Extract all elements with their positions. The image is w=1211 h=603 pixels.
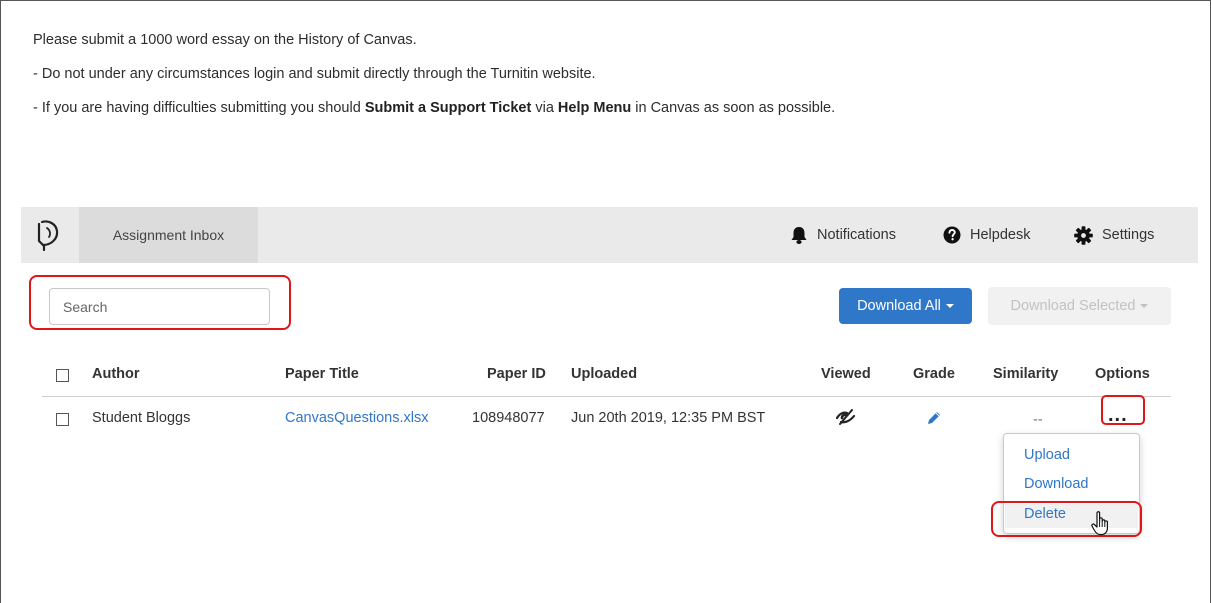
instruction-line-3: - If you are having difficulties submitt… [33, 100, 835, 117]
delete-highlight-annotation [991, 501, 1142, 537]
settings-label: Settings [1102, 227, 1155, 243]
column-header-similarity[interactable]: Similarity [993, 366, 1058, 382]
instruction-text: - If you are having difficulties submitt… [33, 100, 365, 116]
column-header-author[interactable]: Author [92, 366, 140, 382]
column-header-paper-title[interactable]: Paper Title [285, 366, 359, 382]
assignment-instructions: Please submit a 1000 word essay on the H… [33, 32, 835, 134]
column-header-viewed[interactable]: Viewed [821, 366, 871, 382]
similarity-cell: -- [1033, 412, 1043, 428]
uploaded-cell: Jun 20th 2019, 12:35 PM BST [571, 410, 766, 426]
download-selected-button: Download Selected [988, 287, 1171, 325]
download-all-label: Download All [857, 298, 941, 314]
row-select-checkbox[interactable] [56, 413, 69, 426]
header-divider [42, 396, 1171, 397]
helpdesk-button[interactable]: Helpdesk [943, 207, 1030, 263]
column-header-uploaded[interactable]: Uploaded [571, 366, 637, 382]
menu-item-download[interactable]: Download [1024, 476, 1089, 492]
column-header-paper-id[interactable]: Paper ID [487, 366, 546, 382]
author-cell: Student Bloggs [92, 410, 191, 426]
hand-pointer-cursor-icon [1090, 510, 1112, 541]
paper-id-cell: 108948077 [472, 410, 545, 426]
notifications-button[interactable]: Notifications [790, 207, 896, 263]
menu-item-upload[interactable]: Upload [1024, 447, 1070, 463]
tab-assignment-inbox[interactable]: Assignment Inbox [79, 207, 258, 263]
notifications-label: Notifications [817, 227, 896, 243]
bell-icon [791, 226, 807, 244]
instruction-emphasis-help-menu: Help Menu [557, 100, 632, 116]
gear-icon [1074, 225, 1093, 245]
download-all-button[interactable]: Download All [839, 288, 972, 324]
caret-down-icon [945, 304, 954, 308]
options-highlight-annotation [1101, 395, 1145, 425]
instruction-text: via [531, 100, 558, 116]
turnitin-toolbar: Assignment Inbox Notifications Helpdesk [21, 207, 1198, 263]
instruction-line-1: Please submit a 1000 word essay on the H… [33, 32, 417, 48]
select-all-checkbox[interactable] [56, 369, 69, 382]
instruction-line-2: - Do not under any circumstances login a… [33, 66, 596, 82]
column-header-grade[interactable]: Grade [913, 366, 955, 382]
caret-down-icon [1140, 304, 1149, 308]
paper-title-link[interactable]: CanvasQuestions.xlsx [285, 410, 428, 426]
pencil-icon[interactable] [927, 411, 941, 430]
download-selected-label: Download Selected [1010, 298, 1136, 314]
search-highlight-annotation [29, 275, 291, 330]
instruction-text: in Canvas as soon as possible. [631, 100, 836, 116]
instruction-emphasis-support-ticket: Submit a Support Ticket [364, 100, 532, 116]
column-header-options: Options [1095, 366, 1150, 382]
helpdesk-label: Helpdesk [970, 227, 1031, 243]
turnitin-logo-icon [33, 219, 63, 252]
not-viewed-eye-icon [835, 409, 856, 430]
question-circle-icon [943, 226, 961, 244]
settings-button[interactable]: Settings [1074, 207, 1154, 263]
